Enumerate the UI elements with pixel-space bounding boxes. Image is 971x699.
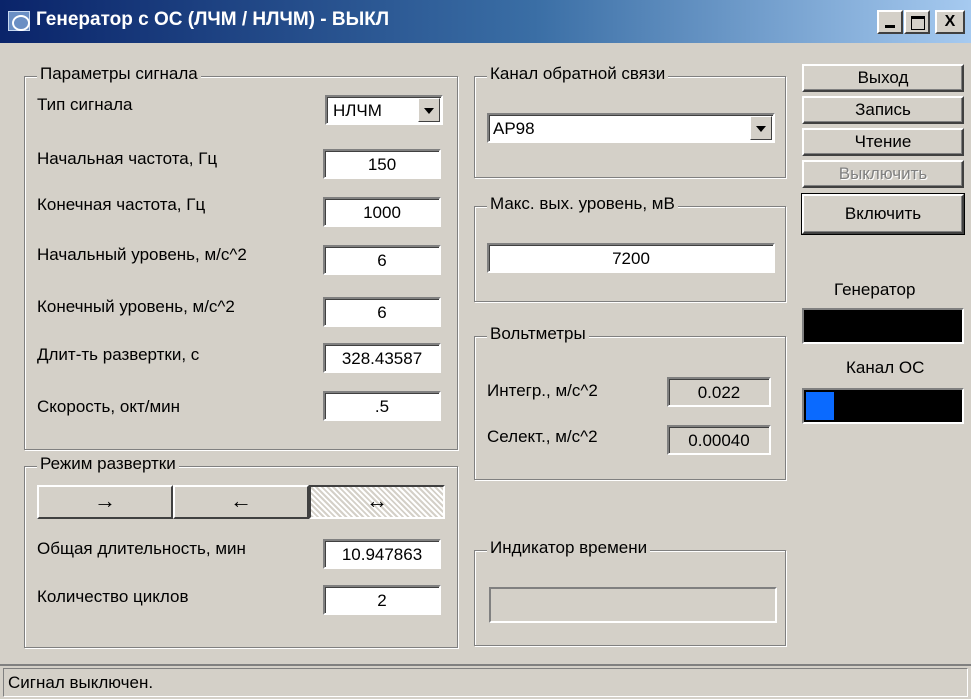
signal-type-label: Тип сигнала — [37, 95, 133, 114]
signal-params-group: Параметры сигнала Тип сигнала НЛЧМ Начал… — [24, 64, 458, 450]
read-button[interactable]: Чтение — [802, 128, 964, 156]
integral-value: 0.022 — [667, 377, 771, 407]
time-indicator-group: Индикатор времени — [474, 538, 786, 646]
selective-label: Селект., м/с^2 — [487, 427, 598, 446]
cycles-input[interactable]: 2 — [323, 585, 441, 615]
voltmeters-legend: Вольтметры — [487, 324, 589, 344]
channel-indicator-fill — [806, 392, 834, 420]
chevron-down-icon[interactable] — [750, 116, 772, 140]
feedback-channel-value: AP98 — [493, 119, 535, 138]
start-level-input[interactable]: 6 — [323, 245, 441, 275]
total-duration-label: Общая длительность, мин — [37, 539, 246, 558]
on-button[interactable]: Включить — [801, 193, 965, 235]
selective-value: 0.00040 — [667, 425, 771, 455]
end-freq-input[interactable]: 1000 — [323, 197, 441, 227]
status-bar: Сигнал выключен. — [0, 664, 971, 699]
generator-indicator — [802, 308, 964, 344]
end-level-input[interactable]: 6 — [323, 297, 441, 327]
status-text: Сигнал выключен. — [3, 668, 968, 697]
end-freq-label: Конечная частота, Гц — [37, 195, 206, 214]
record-button[interactable]: Запись — [802, 96, 964, 124]
sweep-direction-buttons: → ← ↔ — [37, 485, 445, 519]
max-output-group: Макс. вых. уровень, мВ 7200 — [474, 194, 786, 302]
signal-type-select[interactable]: НЛЧМ — [325, 95, 443, 125]
feedback-channel-legend: Канал обратной связи — [487, 64, 669, 84]
cycles-label: Количество циклов — [37, 587, 189, 606]
end-level-label: Конечный уровень, м/с^2 — [37, 297, 235, 316]
time-indicator-legend: Индикатор времени — [487, 538, 651, 558]
start-level-label: Начальный уровень, м/с^2 — [37, 245, 247, 264]
chevron-down-icon[interactable] — [418, 98, 440, 122]
sweep-mode-group: Режим развертки → ← ↔ Общая длительность… — [24, 454, 458, 648]
channel-label: Канал ОС — [846, 358, 925, 377]
exit-button[interactable]: Выход — [802, 64, 964, 92]
sweep-backward-button[interactable]: ← — [173, 485, 309, 519]
channel-indicator — [802, 388, 964, 424]
speed-label: Скорость, окт/мин — [37, 397, 181, 416]
sweep-duration-label: Длит-ть развертки, с — [37, 345, 200, 364]
app-icon[interactable] — [8, 11, 30, 31]
window-title: Генератор с ОС (ЛЧМ / НЛЧМ) - ВЫКЛ — [36, 9, 390, 30]
speed-input[interactable]: .5 — [323, 391, 441, 421]
sweep-forward-button[interactable]: → — [37, 485, 173, 519]
sweep-both-button[interactable]: ↔ — [309, 485, 445, 519]
integral-label: Интегр., м/с^2 — [487, 381, 598, 400]
total-duration-input[interactable]: 10.947863 — [323, 539, 441, 569]
max-output-input[interactable]: 7200 — [487, 243, 775, 273]
sweep-mode-legend: Режим развертки — [37, 454, 179, 474]
voltmeters-group: Вольтметры Интегр., м/с^2 0.022 Селект.,… — [474, 324, 786, 480]
time-progress-bar — [489, 587, 777, 623]
start-freq-label: Начальная частота, Гц — [37, 149, 218, 168]
start-freq-input[interactable]: 150 — [323, 149, 441, 179]
signal-params-legend: Параметры сигнала — [37, 64, 201, 84]
feedback-channel-select[interactable]: AP98 — [487, 113, 775, 143]
title-bar[interactable]: Генератор с ОС (ЛЧМ / НЛЧМ) - ВЫКЛ X — [0, 0, 971, 43]
signal-type-value: НЛЧМ — [333, 101, 382, 120]
feedback-channel-group: Канал обратной связи AP98 — [474, 64, 786, 178]
generator-label: Генератор — [834, 280, 916, 299]
maximize-button[interactable] — [904, 10, 930, 34]
sweep-duration-input[interactable]: 328.43587 — [323, 343, 441, 373]
off-button[interactable]: Выключить — [802, 160, 964, 188]
max-output-legend: Макс. вых. уровень, мВ — [487, 194, 678, 214]
minimize-button[interactable] — [877, 10, 903, 34]
close-button[interactable]: X — [935, 10, 965, 34]
